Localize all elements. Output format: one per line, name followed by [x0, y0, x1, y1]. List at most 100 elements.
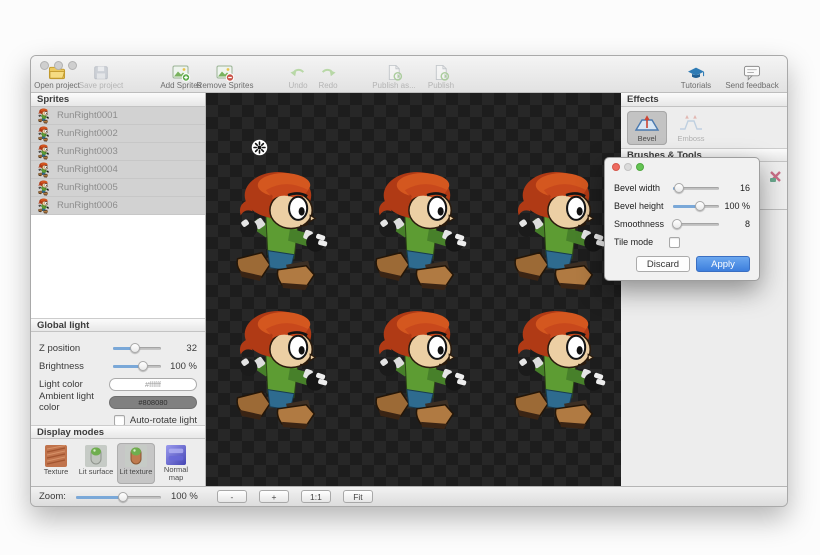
z-position-row: Z position 32 [39, 339, 197, 357]
send-feedback-button[interactable]: Send feedback [721, 64, 783, 91]
mode-label: Normal map [163, 465, 189, 482]
lit-surface-mode-icon [85, 445, 107, 467]
sprite-list-item[interactable]: RunRight0003 [31, 143, 205, 161]
bevel-width-slider[interactable] [673, 181, 719, 195]
tile-mode-row: Tile mode [614, 233, 750, 251]
minimize-window-icon[interactable] [54, 61, 63, 70]
toolbar-label: Open project [34, 81, 80, 90]
panel-divider [757, 209, 787, 210]
sprite-list-item[interactable]: RunRight0006 [31, 197, 205, 215]
ambient-light-color-row: Ambient light color #808080 [39, 391, 197, 413]
sprite-name: RunRight0004 [57, 164, 118, 175]
display-modes-header: Display modes [31, 425, 205, 439]
canvas-sprite [227, 307, 339, 433]
dialog-close-icon[interactable] [612, 163, 620, 171]
undo-button: Undo [283, 64, 313, 91]
light-color-swatch-button[interactable]: #ffffff [109, 377, 197, 391]
partial-tool-button[interactable] [768, 169, 784, 191]
zoom-fit-button[interactable]: Fit [342, 490, 373, 503]
dialog-window-controls [612, 163, 644, 171]
zoom-label: Zoom: [39, 491, 66, 502]
zoom-slider[interactable] [75, 490, 161, 504]
sprite-list-item[interactable]: RunRight0005 [31, 179, 205, 197]
bevel-icon [634, 115, 660, 131]
apply-button[interactable]: Apply [696, 256, 750, 272]
add-sprites-icon [171, 64, 191, 82]
toolbar-label: Publish as... [372, 81, 416, 90]
smoothness-value: 8 [744, 219, 750, 229]
zoom-one-to-one-button[interactable]: 1:1 [300, 490, 331, 503]
undo-icon [289, 64, 307, 81]
light-position-indicator[interactable] [251, 139, 268, 156]
mode-label: Lit texture [119, 467, 153, 476]
mode-lit-texture-button[interactable]: Lit texture [117, 443, 155, 484]
effect-label: Bevel [637, 134, 657, 143]
discard-button[interactable]: Discard [636, 256, 690, 272]
zoom-window-icon[interactable] [68, 61, 77, 70]
redo-icon [319, 64, 337, 81]
window-controls [40, 61, 77, 70]
brightness-value: 100 % [170, 360, 197, 372]
display-modes-section: Texture Lit surface Lit texture Normal m… [31, 439, 205, 488]
zoom-in-button[interactable]: + [258, 490, 289, 503]
dialog-body: Bevel width 16 Bevel height 100 % Smooth… [605, 177, 759, 251]
sprite-thumbnail-icon [37, 108, 51, 124]
workspace-canvas[interactable] [206, 93, 621, 488]
z-position-value: 32 [186, 342, 197, 354]
left-sidebar: Sprites RunRight0001 RunRight0002 RunRig… [31, 93, 206, 488]
remove-sprites-button[interactable]: Remove Sprites [197, 64, 253, 91]
emboss-icon [680, 115, 702, 130]
toolbar-label: Send feedback [725, 81, 779, 90]
sprite-list: RunRight0001 RunRight0002 RunRight0003 R… [31, 107, 205, 215]
toolbar: Open project Save project Add Sprites Re… [31, 56, 787, 93]
bevel-height-label: Bevel height [614, 201, 664, 211]
toolbar-label: Remove Sprites [196, 81, 254, 90]
app-window: Open project Save project Add Sprites Re… [30, 55, 788, 507]
ambient-light-color-swatch-button[interactable]: #808080 [109, 395, 197, 409]
sprite-thumbnail-icon [37, 180, 51, 196]
close-window-icon[interactable] [40, 61, 49, 70]
bevel-settings-dialog: Bevel width 16 Bevel height 100 % Smooth… [604, 157, 760, 281]
bevel-height-slider[interactable] [673, 199, 719, 213]
auto-rotate-checkbox[interactable] [113, 414, 125, 426]
publish-as-icon [385, 64, 404, 81]
brightness-slider[interactable] [113, 359, 161, 373]
dialog-minimize-icon[interactable] [624, 163, 632, 171]
desktop: Open project Save project Add Sprites Re… [0, 0, 820, 555]
mode-lit-surface-button[interactable]: Lit surface [77, 443, 115, 484]
tile-mode-checkbox[interactable] [669, 236, 680, 248]
lit-texture-mode-icon [125, 445, 147, 467]
remove-sprites-icon [215, 64, 235, 82]
publish-as-button: Publish as... [369, 64, 419, 91]
mode-texture-button[interactable]: Texture [37, 443, 75, 484]
bevel-effect-button[interactable]: Bevel [627, 111, 667, 145]
right-panel: Effects Bevel Emboss Brushes & Tools [621, 93, 787, 488]
toolbar-label: Add Sprites [160, 81, 202, 90]
sprite-list-item[interactable]: RunRight0001 [31, 107, 205, 125]
zoom-out-button[interactable]: - [216, 490, 247, 503]
mode-normal-map-button[interactable]: Normal map [157, 443, 195, 484]
global-light-header: Global light [31, 318, 205, 332]
sprite-list-item[interactable]: RunRight0002 [31, 125, 205, 143]
auto-rotate-label: Auto-rotate light [129, 414, 197, 426]
emboss-effect-button[interactable]: Emboss [671, 111, 711, 145]
dialog-buttons: Discard Apply [636, 256, 750, 272]
brightness-label: Brightness [39, 360, 84, 372]
effect-label: Emboss [677, 134, 705, 143]
sprite-thumbnail-icon [37, 162, 51, 178]
sprite-list-item[interactable]: RunRight0004 [31, 161, 205, 179]
tutorials-button[interactable]: Tutorials [671, 64, 721, 91]
smoothness-slider[interactable] [671, 217, 719, 231]
ambient-light-color-label: Ambient light color [39, 391, 94, 413]
sprite-thumbnail-icon [37, 144, 51, 160]
z-position-slider[interactable] [113, 341, 161, 355]
toolbar-label: Undo [288, 81, 308, 90]
sprite-name: RunRight0005 [57, 182, 118, 193]
save-project-button: Save project [79, 64, 123, 91]
dialog-zoom-icon[interactable] [636, 163, 644, 171]
sprite-name: RunRight0001 [57, 110, 118, 121]
bevel-width-value: 16 [739, 183, 750, 193]
speech-bubble-icon [742, 64, 762, 81]
mode-label: Lit surface [78, 467, 114, 476]
canvas-sprite [366, 168, 478, 294]
